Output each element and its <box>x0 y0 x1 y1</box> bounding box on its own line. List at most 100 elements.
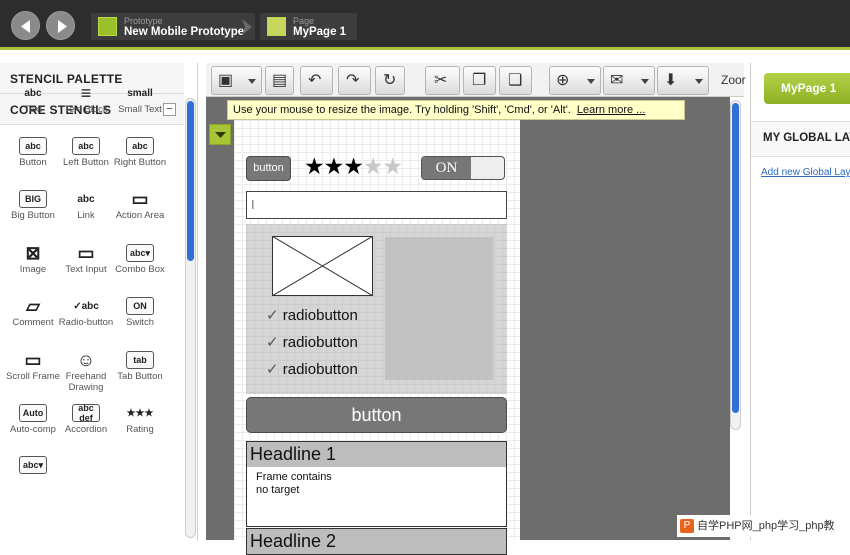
cut-button[interactable]: ✂ <box>425 66 460 95</box>
stencil-combo-box[interactable]: abc▾ Combo Box <box>112 244 168 275</box>
checkmark-icon: ✓ <box>266 334 283 351</box>
back-button[interactable] <box>11 11 40 40</box>
stencil-left-button[interactable]: abc Left Button <box>58 137 114 168</box>
stencil-icon: small <box>127 87 153 99</box>
chevron-down-icon <box>215 132 226 138</box>
stencil-accordion[interactable]: abc def Accordion <box>58 403 114 435</box>
share-button[interactable]: ⊕ <box>549 66 601 95</box>
dropdown-icon <box>587 79 595 84</box>
stencil-label: Right Button <box>113 157 167 168</box>
mail-icon: ✉ <box>610 72 624 89</box>
save-icon: ▤ <box>272 72 288 89</box>
right-panel: MyPage 1 MY GLOBAL LAY Add new Global La… <box>750 63 850 540</box>
stencil-label: Freehand Drawing <box>65 371 107 393</box>
stencil-icon: ★★★ <box>126 407 154 419</box>
stencil-switch[interactable]: ON Switch <box>112 297 168 328</box>
arrow-left-icon <box>21 20 30 33</box>
star-filled-icon: ★★★ <box>304 153 364 179</box>
dropdown-icon <box>641 79 649 84</box>
forward-button[interactable] <box>46 11 75 40</box>
rating-stars[interactable]: ★★★★★ <box>304 153 403 180</box>
stencil-icon: ☺ <box>76 349 96 370</box>
sidebar-scroll-thumb[interactable] <box>187 101 194 261</box>
switch-toggle[interactable]: ON <box>421 156 505 180</box>
sidebar-scrollbar[interactable] <box>185 98 196 538</box>
add-page-button[interactable]: ▣ <box>211 66 262 95</box>
copy-button[interactable]: ❐ <box>463 66 496 95</box>
stencil-freehand-drawing[interactable]: ☺ Freehand Drawing <box>58 349 114 394</box>
stencil-icon: ⊠ <box>25 242 41 263</box>
paste-button[interactable]: ❏ <box>499 66 532 95</box>
breadcrumb-prototype[interactable]: Prototype New Mobile Prototype <box>91 13 255 40</box>
stencil-label: Link <box>77 210 95 221</box>
stencil-label: Tab Button <box>117 371 163 382</box>
radio-item[interactable]: ✓ radiobutton <box>266 360 358 378</box>
text-input[interactable]: I <box>246 191 507 219</box>
undo-button[interactable]: ↶ <box>300 66 333 95</box>
stencil-rating[interactable]: ★★★ Rating <box>112 404 168 436</box>
stencil-label: Radio-button <box>58 317 114 328</box>
breadcrumb-page-name: MyPage 1 <box>293 26 347 38</box>
stencil-label: Accordion <box>64 424 108 435</box>
breadcrumb-page[interactable]: Page MyPage 1 <box>260 13 357 40</box>
placeholder-area <box>385 237 493 380</box>
stencil-comment[interactable]: ▱ Comment <box>5 296 61 329</box>
expand-tab[interactable] <box>209 124 231 145</box>
stencil-small-text[interactable]: small Small Text <box>112 84 168 116</box>
breadcrumb-prototype-label: Prototype <box>124 16 163 26</box>
arrow-right-icon <box>58 20 67 33</box>
stencil-radio-button[interactable]: ✓abc Radio-button <box>58 297 114 329</box>
stencil-text[interactable]: abc Text <box>5 84 61 116</box>
stencil-text-block[interactable]: ≡ Text Block <box>58 83 114 116</box>
switch-label: ON <box>422 157 471 179</box>
stencil-label: Small Text <box>118 104 162 115</box>
accordion-text: no target <box>256 484 300 496</box>
add-global-layer-link[interactable]: Add new Global Laye <box>761 167 850 178</box>
radio-item[interactable]: ✓ radiobutton <box>266 306 358 324</box>
big-button[interactable]: button <box>246 397 507 433</box>
prototype-icon <box>98 17 117 36</box>
accordion-header[interactable]: Headline 2 <box>246 528 507 555</box>
mobile-screen: button ★★★★★ ON I ✓ radiobutton ✓ radiobu… <box>234 120 520 555</box>
stencil-label: Switch <box>126 317 154 328</box>
stencil-icon: ▭ <box>131 188 149 209</box>
accordion-content: Frame contains no target <box>246 467 507 527</box>
scissors-icon: ✂ <box>434 72 448 89</box>
stencil-more[interactable]: abc▾ <box>5 456 61 476</box>
small-button[interactable]: button <box>246 156 291 181</box>
stencil-action-area[interactable]: ▭ Action Area <box>112 188 168 222</box>
zoom-label: Zoor <box>721 73 746 87</box>
canvas-scrollbar[interactable] <box>730 100 741 430</box>
chevron-right-icon <box>242 19 252 35</box>
stencil-image[interactable]: ⊠ Image <box>5 242 61 276</box>
radio-item[interactable]: ✓ radiobutton <box>266 333 358 351</box>
checkmark-icon: ✓ <box>266 361 283 378</box>
accordion-header[interactable]: Headline 1 <box>246 441 507 468</box>
page-button[interactable]: MyPage 1 <box>764 73 850 104</box>
text-cursor-icon: I <box>251 197 255 212</box>
stencil-button[interactable]: abc Button <box>5 137 61 168</box>
redo-button[interactable]: ↷ <box>338 66 371 95</box>
resize-tooltip: Use your mouse to resize the image. Try … <box>227 100 685 120</box>
canvas-scroll-thumb[interactable] <box>732 103 739 413</box>
checkmark-icon: ✓ <box>266 307 283 324</box>
stencil-auto-comp[interactable]: Auto Auto-comp <box>5 404 61 435</box>
watermark-logo-icon: P <box>680 519 694 533</box>
image-placeholder-icon <box>272 236 373 296</box>
save-button[interactable]: ▤ <box>265 66 294 95</box>
stencil-icon: abc <box>72 137 100 155</box>
mail-button[interactable]: ✉ <box>603 66 655 95</box>
stencil-tab-button[interactable]: tab Tab Button <box>112 351 168 382</box>
learn-more-link[interactable]: Learn more ... <box>577 104 645 116</box>
stencil-big-button[interactable]: BIG Big Button <box>5 190 61 221</box>
stencil-link[interactable]: abc Link <box>58 190 114 222</box>
refresh-button[interactable]: ↻ <box>375 66 405 95</box>
stencil-label: Rating <box>126 424 154 435</box>
stencil-right-button[interactable]: abc Right Button <box>112 137 168 168</box>
stencil-text-input[interactable]: ▭ Text Input <box>58 243 114 276</box>
paste-icon: ❏ <box>508 72 523 89</box>
stencil-label: Scroll Frame <box>6 371 60 382</box>
stencil-label: Image <box>19 264 47 275</box>
stencil-scroll-frame[interactable]: ▭ Scroll Frame <box>5 350 61 383</box>
export-button[interactable]: ⬇ <box>657 66 709 95</box>
